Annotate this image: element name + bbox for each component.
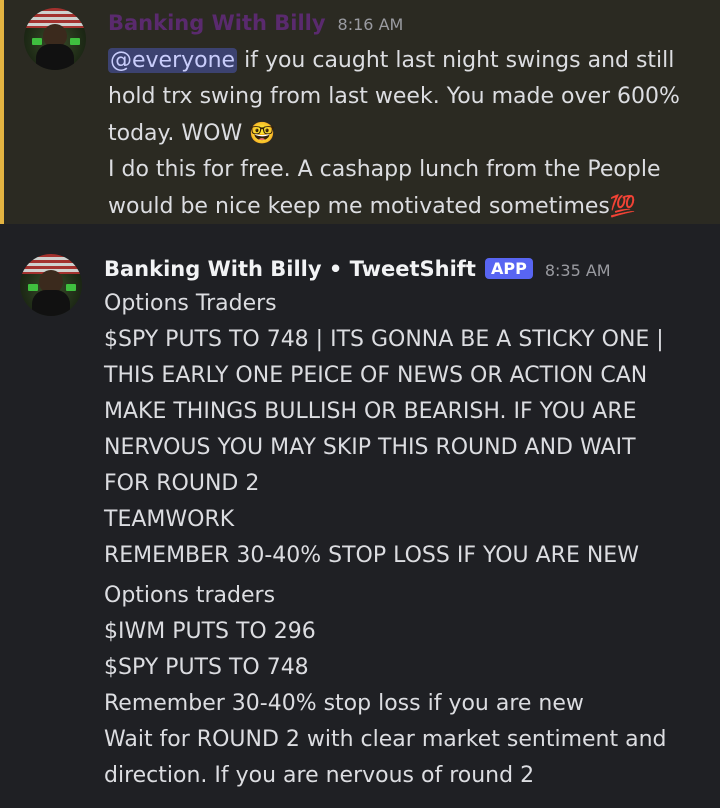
message-line: $SPY PUTS TO 748: [104, 655, 309, 680]
nerd-face-emoji-icon[interactable]: 🤓: [249, 121, 275, 145]
avatar-money-icon: [32, 38, 42, 45]
message-line: TEAMWORK: [104, 507, 235, 532]
message-header: Banking With Billy • TweetShift APP 8:35…: [104, 257, 611, 281]
message-text: would be nice keep me motivated sometime…: [108, 194, 610, 219]
message-2: Banking With Billy • TweetShift APP 8:35…: [0, 224, 720, 808]
everyone-mention[interactable]: @everyone: [108, 48, 238, 73]
hundred-points-emoji-icon[interactable]: 💯: [610, 194, 636, 218]
message-line: Options traders: [104, 583, 276, 608]
message-line: would be nice keep me motivated sometime…: [108, 188, 708, 225]
avatar-money-icon: [70, 38, 80, 45]
message-content: @everyone if you caught last night swing…: [108, 43, 708, 225]
message-line: today. WOW 🤓: [108, 115, 708, 152]
avatar-body: [36, 44, 74, 70]
message-line: MAKE THINGS BULLISH OR BEARISH. IF YOU A…: [104, 399, 637, 424]
message-line: Remember 30-40% stop loss if you are new: [104, 691, 584, 716]
message-line: @everyone if you caught last night swing…: [108, 43, 708, 79]
author-name[interactable]: Banking With Billy: [108, 11, 326, 35]
message-line: Wait for ROUND 2 with clear market senti…: [104, 727, 667, 752]
avatar-money-icon: [66, 284, 76, 291]
avatar-body: [32, 290, 70, 316]
message-line: $IWM PUTS TO 296: [104, 619, 316, 644]
message-line: Options Traders: [104, 291, 277, 316]
message-line: hold trx swing from last week. You made …: [108, 84, 680, 109]
message-line: NERVOUS YOU MAY SKIP THIS ROUND AND WAIT: [104, 435, 636, 460]
message-line: I do this for free. A cashapp lunch from…: [108, 157, 661, 182]
message-line: $SPY PUTS TO 748 | ITS GONNA BE A STICKY…: [104, 327, 664, 352]
message-line: THIS EARLY ONE PEICE OF NEWS OR ACTION C…: [104, 363, 648, 388]
message-line: FOR ROUND 2: [104, 471, 260, 496]
author-avatar[interactable]: [20, 254, 82, 316]
message-text: today. WOW: [108, 121, 243, 146]
message-line: REMEMBER 30-40% STOP LOSS IF YOU ARE NEW: [104, 543, 639, 568]
message-content: Options Traders $SPY PUTS TO 748 | ITS G…: [104, 286, 704, 794]
author-name[interactable]: Banking With Billy • TweetShift: [104, 257, 476, 281]
message-text: if you caught last night swings and stil…: [237, 48, 675, 73]
message-1: Banking With Billy 8:16 AM @everyone if …: [0, 0, 720, 224]
message-line: direction. If you are nervous of round 2: [104, 763, 535, 788]
author-avatar[interactable]: [24, 8, 86, 70]
avatar-money-icon: [28, 284, 38, 291]
timestamp[interactable]: 8:35 AM: [545, 261, 611, 280]
timestamp[interactable]: 8:16 AM: [338, 15, 404, 34]
message-header: Banking With Billy 8:16 AM: [108, 11, 403, 35]
app-badge: APP: [484, 258, 533, 279]
